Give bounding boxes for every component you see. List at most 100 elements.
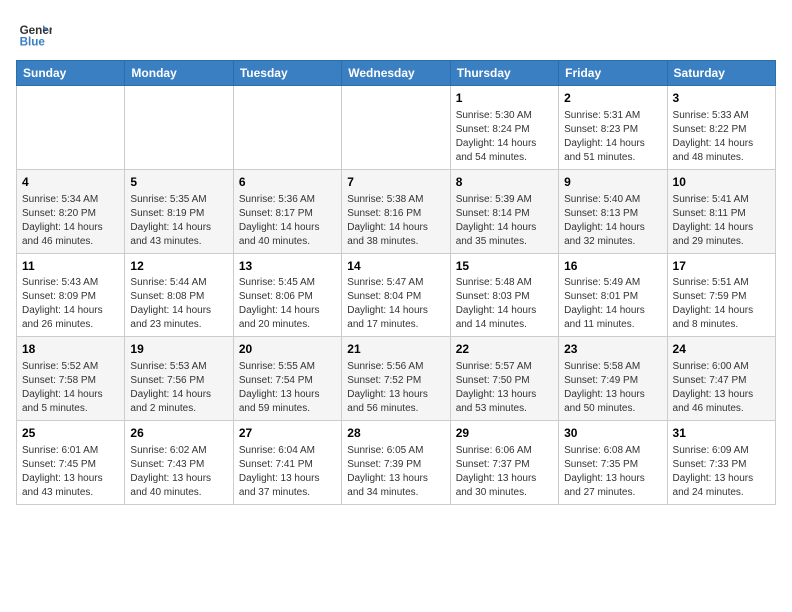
day-info: Sunrise: 5:56 AM Sunset: 7:52 PM Dayligh… [347,360,444,416]
day-info: Sunrise: 5:43 AM Sunset: 8:09 PM Dayligh… [22,276,119,332]
day-number: 26 [130,425,227,442]
day-info: Sunrise: 5:47 AM Sunset: 8:04 PM Dayligh… [347,276,444,332]
day-number: 15 [456,258,553,275]
day-cell [342,86,450,170]
day-cell: 28Sunrise: 6:05 AM Sunset: 7:39 PM Dayli… [342,421,450,505]
day-cell: 8 Sunrise: 5:39 AM Sunset: 8:14 PM Daylig… [450,169,558,253]
day-info: Sunrise: 6:06 AM Sunset: 7:37 PM Dayligh… [456,444,553,500]
day-number: 13 [239,258,336,275]
day-number: 14 [347,258,444,275]
day-cell: 26 Sunrise: 6:02 AM Sunset: 7:43 PM Dayli… [125,421,233,505]
day-info: Sunrise: 5:45 AM Sunset: 8:06 PM Dayligh… [239,276,336,332]
day-info: Sunrise: 5:51 AM Sunset: 7:59 PM Dayligh… [673,276,770,332]
header-cell-sunday: Sunday [17,61,125,86]
day-info: Sunrise: 5:39 AM Sunset: 8:14 PM Dayligh… [456,193,553,249]
day-number: 31 [673,425,770,442]
day-info: Sunrise: 6:04 AM Sunset: 7:41 PM Dayligh… [239,444,336,500]
day-cell: 15Sunrise: 5:48 AM Sunset: 8:03 PM Dayli… [450,253,558,337]
day-number: 17 [673,258,770,275]
day-cell: 5 Sunrise: 5:35 AM Sunset: 8:19 PM Daylig… [125,169,233,253]
day-number: 11 [22,258,119,275]
day-info: Sunrise: 5:33 AM Sunset: 8:22 PM Dayligh… [673,109,770,165]
day-cell: 23 Sunrise: 5:58 AM Sunset: 7:49 PM Dayli… [559,337,667,421]
day-info: Sunrise: 6:01 AM Sunset: 7:45 PM Dayligh… [22,444,119,500]
day-number: 24 [673,341,770,358]
logo: General Blue [16,16,54,52]
day-cell: 2Sunrise: 5:31 AM Sunset: 8:23 PM Daylig… [559,86,667,170]
day-info: Sunrise: 5:34 AM Sunset: 8:20 PM Dayligh… [22,193,119,249]
day-info: Sunrise: 5:53 AM Sunset: 7:56 PM Dayligh… [130,360,227,416]
calendar-table: SundayMondayTuesdayWednesdayThursdayFrid… [16,60,776,505]
day-number: 5 [130,174,227,191]
page-header: General Blue [16,16,776,52]
week-row-2: 4 Sunrise: 5:34 AM Sunset: 8:20 PM Daylig… [17,169,776,253]
day-info: Sunrise: 5:36 AM Sunset: 8:17 PM Dayligh… [239,193,336,249]
day-info: Sunrise: 5:41 AM Sunset: 8:11 PM Dayligh… [673,193,770,249]
day-number: 23 [564,341,661,358]
day-info: Sunrise: 6:05 AM Sunset: 7:39 PM Dayligh… [347,444,444,500]
day-number: 8 [456,174,553,191]
day-cell: 27 Sunrise: 6:04 AM Sunset: 7:41 PM Dayli… [233,421,341,505]
day-number: 21 [347,341,444,358]
day-cell: 31 Sunrise: 6:09 AM Sunset: 7:33 PM Dayli… [667,421,775,505]
header-cell-tuesday: Tuesday [233,61,341,86]
day-info: Sunrise: 5:31 AM Sunset: 8:23 PM Dayligh… [564,109,661,165]
day-number: 3 [673,90,770,107]
header-cell-wednesday: Wednesday [342,61,450,86]
day-info: Sunrise: 5:44 AM Sunset: 8:08 PM Dayligh… [130,276,227,332]
week-row-1: 1 Sunrise: 5:30 AM Sunset: 8:24 PM Daylig… [17,86,776,170]
day-number: 12 [130,258,227,275]
day-info: Sunrise: 5:57 AM Sunset: 7:50 PM Dayligh… [456,360,553,416]
day-number: 16 [564,258,661,275]
day-cell: 22 Sunrise: 5:57 AM Sunset: 7:50 PM Dayli… [450,337,558,421]
day-cell: 12Sunrise: 5:44 AM Sunset: 8:08 PM Dayli… [125,253,233,337]
day-info: Sunrise: 5:48 AM Sunset: 8:03 PM Dayligh… [456,276,553,332]
day-number: 10 [673,174,770,191]
day-number: 4 [22,174,119,191]
day-number: 7 [347,174,444,191]
day-cell: 29Sunrise: 6:06 AM Sunset: 7:37 PM Dayli… [450,421,558,505]
day-cell: 25 Sunrise: 6:01 AM Sunset: 7:45 PM Dayli… [17,421,125,505]
day-number: 6 [239,174,336,191]
day-cell: 9Sunrise: 5:40 AM Sunset: 8:13 PM Daylig… [559,169,667,253]
day-info: Sunrise: 5:55 AM Sunset: 7:54 PM Dayligh… [239,360,336,416]
day-cell: 18Sunrise: 5:52 AM Sunset: 7:58 PM Dayli… [17,337,125,421]
day-number: 22 [456,341,553,358]
day-cell: 21 Sunrise: 5:56 AM Sunset: 7:52 PM Dayli… [342,337,450,421]
day-cell: 3 Sunrise: 5:33 AM Sunset: 8:22 PM Daylig… [667,86,775,170]
day-cell: 1 Sunrise: 5:30 AM Sunset: 8:24 PM Daylig… [450,86,558,170]
day-number: 25 [22,425,119,442]
logo-icon: General Blue [16,16,52,52]
day-cell: 24Sunrise: 6:00 AM Sunset: 7:47 PM Dayli… [667,337,775,421]
day-info: Sunrise: 5:38 AM Sunset: 8:16 PM Dayligh… [347,193,444,249]
day-cell [233,86,341,170]
day-cell: 7 Sunrise: 5:38 AM Sunset: 8:16 PM Daylig… [342,169,450,253]
day-number: 20 [239,341,336,358]
week-row-5: 25 Sunrise: 6:01 AM Sunset: 7:45 PM Dayli… [17,421,776,505]
day-info: Sunrise: 5:58 AM Sunset: 7:49 PM Dayligh… [564,360,661,416]
day-info: Sunrise: 6:09 AM Sunset: 7:33 PM Dayligh… [673,444,770,500]
day-number: 19 [130,341,227,358]
day-cell: 17Sunrise: 5:51 AM Sunset: 7:59 PM Dayli… [667,253,775,337]
day-cell [125,86,233,170]
day-info: Sunrise: 6:02 AM Sunset: 7:43 PM Dayligh… [130,444,227,500]
day-info: Sunrise: 5:35 AM Sunset: 8:19 PM Dayligh… [130,193,227,249]
day-number: 27 [239,425,336,442]
day-cell: 4 Sunrise: 5:34 AM Sunset: 8:20 PM Daylig… [17,169,125,253]
day-cell [17,86,125,170]
day-info: Sunrise: 5:30 AM Sunset: 8:24 PM Dayligh… [456,109,553,165]
day-cell: 11Sunrise: 5:43 AM Sunset: 8:09 PM Dayli… [17,253,125,337]
week-row-3: 11Sunrise: 5:43 AM Sunset: 8:09 PM Dayli… [17,253,776,337]
day-info: Sunrise: 6:08 AM Sunset: 7:35 PM Dayligh… [564,444,661,500]
day-info: Sunrise: 5:52 AM Sunset: 7:58 PM Dayligh… [22,360,119,416]
day-number: 1 [456,90,553,107]
header-cell-thursday: Thursday [450,61,558,86]
header-cell-saturday: Saturday [667,61,775,86]
svg-text:Blue: Blue [20,36,46,49]
week-row-4: 18Sunrise: 5:52 AM Sunset: 7:58 PM Dayli… [17,337,776,421]
day-info: Sunrise: 5:40 AM Sunset: 8:13 PM Dayligh… [564,193,661,249]
day-cell: 10 Sunrise: 5:41 AM Sunset: 8:11 PM Dayli… [667,169,775,253]
day-number: 30 [564,425,661,442]
header-cell-monday: Monday [125,61,233,86]
day-cell: 16Sunrise: 5:49 AM Sunset: 8:01 PM Dayli… [559,253,667,337]
